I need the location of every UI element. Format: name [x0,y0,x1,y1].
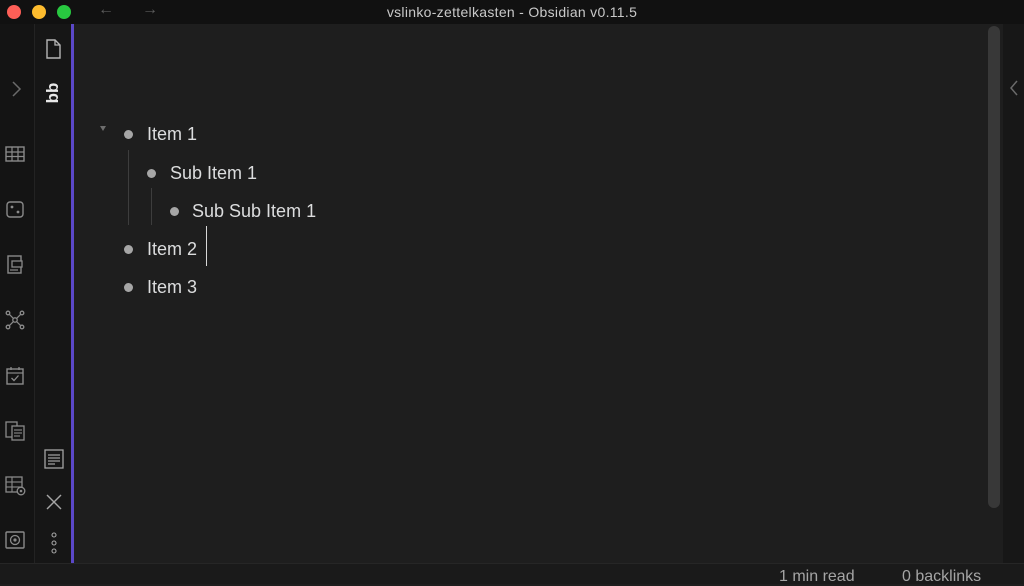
table-icon[interactable] [3,142,27,166]
editor-scrollbar[interactable] [988,26,1000,508]
editor-pane[interactable] [74,24,1002,563]
vault-icon[interactable] [3,528,27,552]
indent-guide [128,150,129,225]
template-icon[interactable] [3,252,27,276]
outline-icon[interactable] [43,448,65,470]
table-settings-icon[interactable] [3,473,27,497]
list-item[interactable]: Sub Item 1 [170,163,257,184]
title-bar: ← → vslinko-zettelkasten - Obsidian v0.1… [0,0,1024,24]
list-bullet [170,207,179,216]
chevron-right-icon[interactable] [9,79,23,99]
indent-guide [151,188,152,225]
close-icon[interactable] [45,493,63,511]
reading-time: 1 min read [779,568,855,585]
right-sidebar-toggle[interactable] [1003,24,1024,563]
file-icon[interactable] [43,38,63,60]
tab-strip [35,24,71,563]
list-bullet [147,169,156,178]
text-cursor [206,226,207,266]
left-ribbon [0,24,35,563]
list-bullet [124,245,133,254]
list-item[interactable]: Sub Sub Item 1 [192,201,316,222]
backlinks-count[interactable]: 0 backlinks [902,568,981,586]
list-item[interactable]: Item 1 [147,124,197,145]
list-bullet [124,283,133,292]
dice-icon[interactable] [3,197,27,221]
fold-arrow-icon[interactable] [100,126,106,131]
files-copy-icon[interactable] [3,418,27,442]
calendar-icon[interactable] [3,364,27,388]
status-bar: 1 min read 0 backlinks [0,563,1024,586]
chevron-left-icon[interactable] [1008,78,1020,98]
window-title: vslinko-zettelkasten - Obsidian v0.11.5 [386,4,638,20]
graph-icon[interactable] [3,308,27,332]
list-item[interactable]: Item 2 [147,239,197,260]
list-bullet [124,130,133,139]
list-item[interactable]: Item 3 [147,277,197,298]
tab-title[interactable]: bb [43,83,63,104]
more-options-icon[interactable] [49,532,59,554]
